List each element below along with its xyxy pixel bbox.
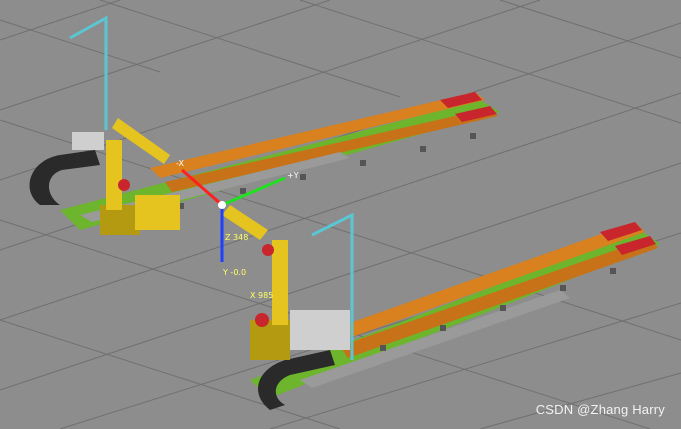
3d-viewport[interactable]: -X +Y Z 348 Y -0.0 X 985 CSDN @Zhang Har… [0,0,681,429]
lower-robot-base [250,320,290,360]
gizmo-x-label: -X [176,159,184,168]
lower-robot-joint [262,244,274,256]
upper-rail-orange-2 [165,108,498,192]
upper-mast [69,15,108,130]
upper-cable-chain [29,150,100,205]
gizmo-z-value: Z 348 [225,233,248,242]
upper-robot-lower-arm [106,140,122,210]
lower-rail-orange-2 [340,238,658,358]
gizmo-origin[interactable] [218,201,226,209]
gizmo-y-label: +Y [287,171,299,180]
lower-robot-base-joint [255,313,269,327]
lower-robot-lower-arm [272,240,288,325]
gizmo-y-value: Y -0.0 [222,268,246,277]
gizmo-x-value: X 985 [250,291,273,300]
watermark: CSDN @Zhang Harry [535,402,665,417]
upper-robot-carriage [135,195,180,230]
lower-robot-carriage [290,310,350,350]
upper-robot-joint [118,179,130,191]
scene-canvas[interactable]: -X +Y Z 348 Y -0.0 X 985 [0,0,681,429]
lower-robot[interactable] [222,205,350,360]
upper-robot-controller [72,132,104,150]
